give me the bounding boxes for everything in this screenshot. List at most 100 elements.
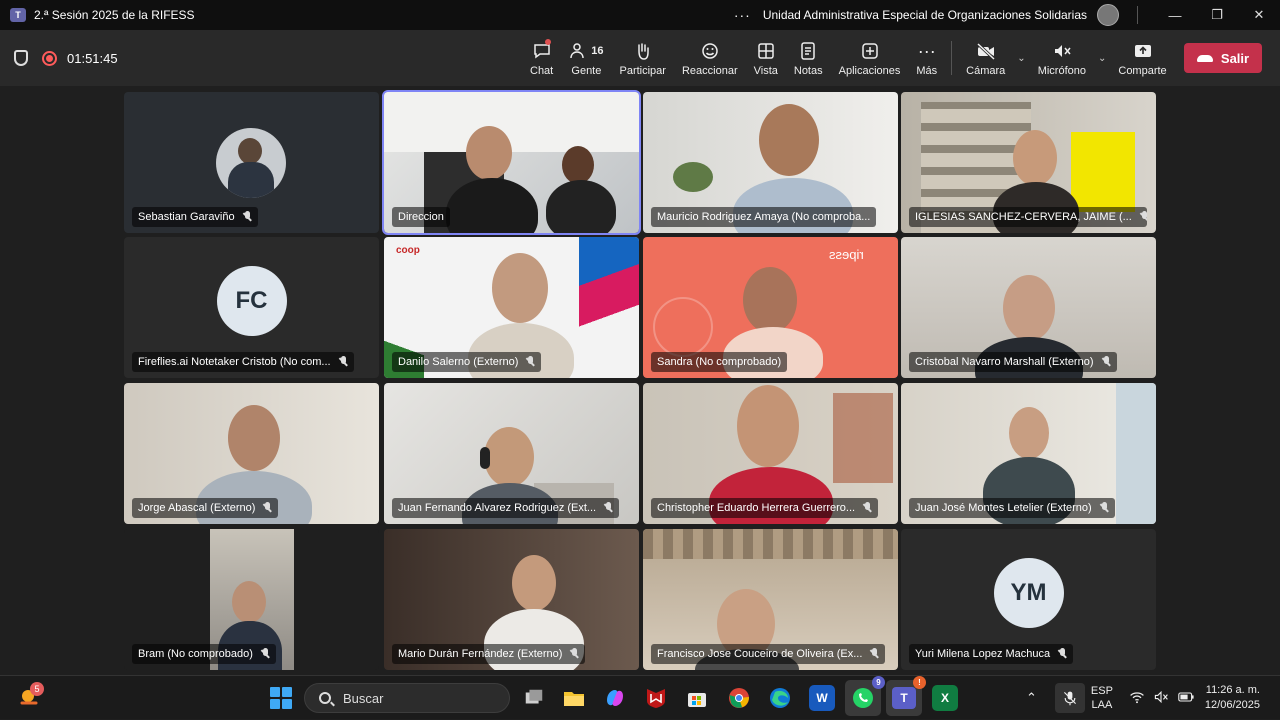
participant-tile[interactable]: Jorge Abascal (Externo) [124, 383, 379, 524]
close-button[interactable]: ✕ [1238, 0, 1280, 30]
participant-tile[interactable]: Juan Fernando Alvarez Rodriguez (Ext... [384, 383, 639, 524]
notes-button[interactable]: Notas [786, 30, 831, 86]
video-person [492, 253, 548, 323]
task-view-icon[interactable] [521, 685, 547, 711]
teams-icon[interactable]: T ! [886, 676, 926, 716]
show-hidden-icons-chevron-icon[interactable]: ⌃ [1026, 690, 1037, 706]
participant-nametag: Christopher Eduardo Herrera Guerrero... [651, 498, 879, 518]
participant-avatar [216, 128, 286, 198]
apps-label: Aplicaciones [838, 65, 901, 77]
participant-tile[interactable]: FC Fireflies.ai Notetaker Cristob (No co… [124, 237, 379, 378]
view-grid-icon [756, 39, 776, 63]
battery-icon[interactable] [1177, 689, 1195, 708]
organization-name: Unidad Administrativa Especial de Organi… [762, 8, 1087, 22]
participant-nametag: Juan Fernando Alvarez Rodriguez (Ext... [392, 498, 620, 518]
participant-tile[interactable]: Sebastian Garaviño [124, 92, 379, 233]
keyboard-layout: LAA [1091, 699, 1113, 711]
hang-up-icon [1196, 54, 1213, 62]
participant-name: Yuri Milena Lopez Machuca [915, 648, 1051, 660]
participant-name: Direccion [398, 211, 444, 223]
shield-icon[interactable] [14, 50, 28, 66]
edge-icon[interactable] [767, 685, 793, 711]
participant-tile[interactable]: Mario Durán Fernández (Externo) [384, 529, 639, 670]
more-button[interactable]: ··· Más [908, 30, 945, 86]
participant-tile[interactable]: Christopher Eduardo Herrera Guerrero... [643, 383, 898, 524]
copilot-icon[interactable] [602, 685, 628, 711]
participant-nametag: Sebastian Garaviño [132, 207, 258, 227]
system-tray: ⌃ ESP LAA 11:26 a. m. 12/06/2025 [1026, 676, 1260, 720]
participant-name: Mario Durán Fernández (Externo) [398, 648, 563, 660]
apps-button[interactable]: Aplicaciones [831, 30, 909, 86]
participant-name: Francisco Jose Couceiro de Oliveira (Ex.… [657, 648, 863, 660]
microsoft-store-icon[interactable] [684, 685, 710, 711]
share-screen-icon [1133, 39, 1153, 63]
participant-nametag: Sandra (No comprobado) [651, 352, 788, 372]
participant-tile[interactable]: Bram (No comprobado) [124, 529, 379, 670]
mic-muted-icon [263, 502, 272, 514]
search-icon [319, 692, 331, 704]
people-button[interactable]: 16 Gente [561, 30, 611, 86]
participant-tile[interactable]: ripess Sandra (No comprobado) [643, 237, 898, 378]
recording-icon[interactable] [42, 50, 57, 66]
mic-in-use-icon[interactable] [1054, 683, 1085, 713]
clock[interactable]: 11:26 a. m. 12/06/2025 [1205, 683, 1260, 713]
divider [951, 41, 953, 75]
chat-button[interactable]: Chat [522, 30, 561, 86]
view-button[interactable]: Vista [746, 30, 786, 86]
chrome-icon[interactable] [726, 685, 752, 711]
mic-options-chevron-icon[interactable]: ⌄ [1098, 53, 1106, 64]
participant-tile[interactable]: Cristobal Navarro Marshall (Externo) [901, 237, 1156, 378]
more-options-icon[interactable]: ··· [734, 7, 751, 23]
chat-label: Chat [530, 65, 554, 77]
participant-nametag: Mauricio Rodriguez Amaya (No comproba... [651, 207, 877, 227]
mic-muted-icon [604, 502, 613, 514]
whatsapp-badge: 9 [872, 676, 885, 689]
input-language[interactable]: ESP LAA [1091, 684, 1113, 712]
participant-name: Juan Fernando Alvarez Rodriguez (Ext... [398, 502, 597, 514]
camera-button[interactable]: Cámara [958, 30, 1013, 86]
video-person [228, 405, 280, 471]
window-title: 2.ª Sesión 2025 de la RIFESS [34, 8, 195, 22]
word-icon[interactable]: W [809, 685, 835, 711]
title-bar: T 2.ª Sesión 2025 de la RIFESS ··· Unida… [0, 0, 1280, 30]
participant-name: Cristobal Navarro Marshall (Externo) [915, 356, 1094, 368]
video-person [484, 427, 534, 487]
participant-nametag: Francisco Jose Couceiro de Oliveira (Ex.… [651, 644, 886, 664]
restore-button[interactable]: ❐ [1196, 0, 1238, 30]
participant-nametag: Mario Durán Fernández (Externo) [392, 644, 586, 664]
mic-muted-icon [570, 648, 579, 660]
video-person [512, 555, 556, 611]
search-box[interactable]: Buscar [304, 683, 510, 713]
user-avatar[interactable] [1097, 4, 1119, 26]
start-button[interactable] [270, 687, 292, 709]
minimize-button[interactable]: — [1154, 0, 1196, 30]
participant-tile[interactable]: Mauricio Rodriguez Amaya (No comproba... [643, 92, 898, 233]
view-label: Vista [753, 65, 778, 77]
excel-icon[interactable]: X [932, 685, 958, 711]
wifi-icon[interactable] [1129, 689, 1145, 708]
participant-tile[interactable]: IGLESIAS SANCHEZ-CERVERA, JAIME (... [901, 92, 1156, 233]
mcafee-icon[interactable] [643, 685, 669, 711]
whatsapp-icon[interactable]: 9 [845, 676, 885, 716]
react-button[interactable]: Reaccionar [674, 30, 746, 86]
participant-tile-active[interactable]: Direccion [382, 90, 641, 235]
share-button[interactable]: Comparte [1110, 30, 1174, 86]
participant-nametag: Fireflies.ai Notetaker Cristob (No com..… [132, 352, 354, 372]
video-person [1003, 275, 1055, 341]
video-person [1009, 407, 1049, 459]
leave-button[interactable]: Salir [1184, 43, 1262, 73]
raise-hand-button[interactable]: Participar [612, 30, 674, 86]
ripess-logo: ripess [829, 247, 864, 262]
participant-name: Bram (No comprobado) [138, 648, 253, 660]
raise-hand-label: Participar [619, 65, 666, 77]
volume-muted-icon[interactable] [1153, 689, 1169, 708]
video-person [562, 146, 594, 184]
file-explorer-icon[interactable] [561, 685, 587, 711]
camera-options-chevron-icon[interactable]: ⌄ [1017, 53, 1025, 64]
participant-tile[interactable]: Francisco Jose Couceiro de Oliveira (Ex.… [643, 529, 898, 670]
microphone-button[interactable]: Micrófono [1030, 30, 1094, 86]
participant-tile[interactable]: coop Danilo Salerno (Externo) [384, 237, 639, 378]
participant-tile[interactable]: Juan José Montes Letelier (Externo) [901, 383, 1156, 524]
microphone-label: Micrófono [1037, 65, 1086, 77]
participant-tile[interactable]: YM Yuri Milena Lopez Machuca [901, 529, 1156, 670]
